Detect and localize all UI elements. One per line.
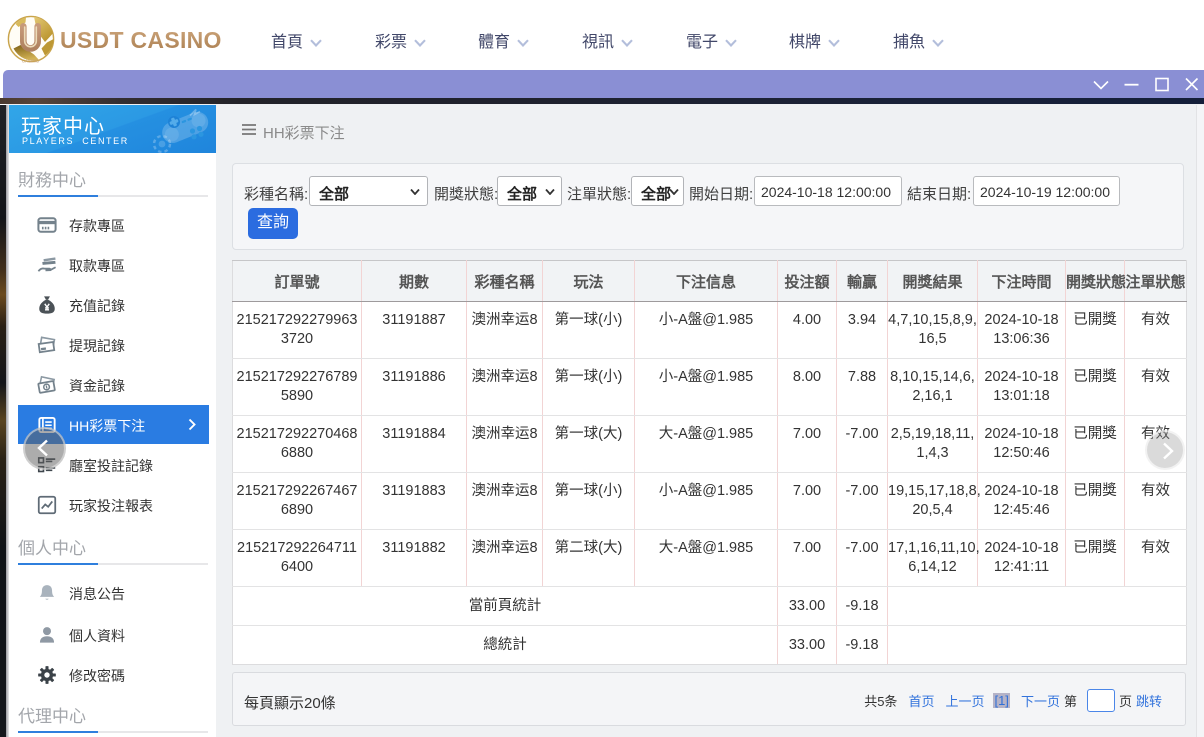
- svg-text:CASINO: CASINO: [22, 59, 40, 64]
